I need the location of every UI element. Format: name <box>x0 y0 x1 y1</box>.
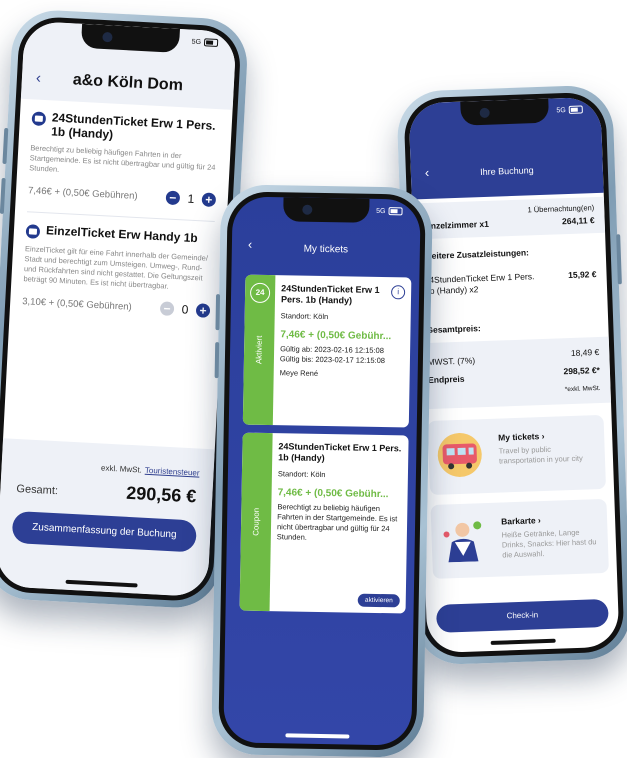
promo-text: Heiße Getränke, Lange Drinks, Snacks: Hi… <box>501 527 597 560</box>
ticket-name: 24StundenTicket Erw 1 Pers. 1b (Handy) <box>278 441 402 464</box>
ticket-price: 7,46€ + (0,50€ Gebühr... <box>280 329 392 343</box>
mwst-label: MWST. (7%) <box>427 355 476 368</box>
status-bar: 5G <box>556 105 583 114</box>
status-label: Aktiviert <box>254 335 264 365</box>
battery-icon <box>203 38 219 47</box>
ticket-description: Berechtigt zu beliebig häufigen Fahrten … <box>276 502 398 542</box>
bezel: 5G ‹ My tickets 24 Aktiviert i 24Stunden… <box>218 191 426 751</box>
total-heading: Gesamtpreis: <box>426 323 481 336</box>
booking-screen: 5G ‹ a&o Köln Dom 24StundenTicket Erw 1 … <box>0 20 237 598</box>
ticket-owner: Meye René <box>279 368 319 378</box>
room-price: 264,11 € <box>561 215 595 227</box>
room-label: Einzelzimmer x1 <box>422 218 490 232</box>
minus-button[interactable]: − <box>159 301 175 317</box>
battery-icon <box>568 105 583 114</box>
endpreis-label: Endpreis <box>427 373 465 385</box>
checkin-button[interactable]: Check-in <box>435 598 609 633</box>
side-button <box>215 294 221 331</box>
tax-note: exkl. MwSt. Touristensteuer <box>100 463 200 478</box>
endpreis-value: 298,52 €* <box>563 365 601 377</box>
ticket-card-activated[interactable]: 24 Aktiviert i 24StundenTicket Erw 1 Per… <box>242 274 412 428</box>
page-title: My tickets <box>303 243 349 256</box>
extras-heading: Weitere Zusatzleistungen: <box>423 247 530 262</box>
bezel: 5G ‹ a&o Köln Dom 24StundenTicket Erw 1 … <box>0 15 242 603</box>
ticket-name: 24StundenTicket Erw 1 Pers. 1b (Handy) <box>50 110 216 142</box>
side-button <box>0 177 6 214</box>
plus-button[interactable]: + <box>195 303 211 318</box>
extra-item: 24StundenTicket Erw 1 Pers. 1b (Handy) x… <box>424 271 535 297</box>
page-title: Ihre Buchung <box>479 165 534 178</box>
ticket-item: 24StundenTicket Erw 1 Pers. 1b (Handy) B… <box>15 109 232 223</box>
home-indicator <box>285 733 350 739</box>
divider <box>26 211 215 223</box>
endpreis-note: *exkl. MwSt. <box>564 384 601 394</box>
status-bar: 5G <box>192 38 219 47</box>
booking-summary-button[interactable]: Zusammenfassung der Buchung <box>11 510 198 553</box>
room-nights: 1 Übernachtung(en) <box>527 203 595 215</box>
valid-to: Gültig bis: 2023-02-17 12:15:08 <box>279 354 386 366</box>
ticket-name: EinzelTicket Erw Handy 1b <box>45 223 199 246</box>
waiter-icon <box>443 521 482 563</box>
notch <box>80 23 180 53</box>
promo-barkarte[interactable]: Barkarte › Heiße Getränke, Lange Drinks,… <box>430 498 609 579</box>
notch <box>460 98 550 126</box>
tram-icon <box>437 432 482 477</box>
tourist-tax-link[interactable]: Touristensteuer <box>145 466 200 478</box>
promo-title: Barkarte › <box>500 515 541 527</box>
summary-footer: exkl. MwSt. Touristensteuer Gesamt: 290,5… <box>0 438 215 598</box>
status-strip: Coupon <box>239 432 273 612</box>
ticket-item: EinzelTicket Erw Handy 1b EinzelTicket g… <box>10 222 226 319</box>
side-button <box>214 342 220 379</box>
status-strip: 24 Aktiviert <box>242 274 276 426</box>
side-button <box>616 234 622 285</box>
ticket-description: Berechtigt zu beliebig häufigen Fahrten … <box>29 143 216 174</box>
mwst-value: 18,49 € <box>570 347 600 358</box>
minus-button[interactable]: − <box>165 190 181 206</box>
phone-my-tickets: 5G ‹ My tickets 24 Aktiviert i 24Stunden… <box>211 184 433 758</box>
ticket-card-coupon[interactable]: Coupon 24StundenTicket Erw 1 Pers. 1b (H… <box>239 432 409 614</box>
ticket-description: EinzelTicket gilt für eine Fahrt innerha… <box>23 244 209 291</box>
ticket-name: 24StundenTicket Erw 1 Pers. 1b (Handy) <box>280 283 380 306</box>
ticket-location: Standort: Köln <box>277 469 326 480</box>
activate-button[interactable]: aktivieren <box>357 593 400 608</box>
phone-booking: 5G ‹ a&o Köln Dom 24StundenTicket Erw 1 … <box>0 8 250 610</box>
ticket-icon <box>31 111 47 127</box>
total-value: 290,56 € <box>125 482 197 507</box>
quantity-value: 1 <box>187 191 195 206</box>
bezel: 5G ‹ Ihre Buchung Einzelzimmer x1 1 Über… <box>403 91 625 659</box>
ticket-price: 7,46€ + (0,50€ Gebühr... <box>277 487 389 501</box>
status-label: Coupon <box>251 507 261 536</box>
total-block: MWST. (7%) 18,49 € Endpreis 298,52 €* *e… <box>416 336 612 410</box>
extra-price: 15,92 € <box>567 269 597 281</box>
side-button <box>2 127 9 165</box>
notch <box>283 197 370 223</box>
status-bar: 5G <box>376 207 403 216</box>
quantity-value: 0 <box>181 302 189 317</box>
room-row: Einzelzimmer x1 1 Übernachtung(en) 264,1… <box>411 196 606 240</box>
header: 5G ‹ Ihre Buchung <box>408 96 604 200</box>
page-title: a&o Köln Dom <box>72 71 184 95</box>
ticket-price: 3,10€ + (0,50€ Gebühren) <box>21 295 133 313</box>
plus-button[interactable]: + <box>201 192 217 208</box>
total-label: Gesamt: <box>16 483 59 498</box>
ihre-buchung-screen: 5G ‹ Ihre Buchung Einzelzimmer x1 1 Über… <box>408 96 620 654</box>
promo-text: Travel by public transportation in your … <box>498 444 583 466</box>
ticket-icon <box>25 224 41 239</box>
home-indicator <box>65 579 138 588</box>
home-indicator <box>490 638 557 645</box>
phone-ihre-buchung: 5G ‹ Ihre Buchung Einzelzimmer x1 1 Über… <box>396 84 627 666</box>
ticket-price: 7,46€ + (0,50€ Gebühren) <box>27 184 138 202</box>
ticket-location: Standort: Köln <box>280 311 329 322</box>
battery-icon <box>388 207 403 216</box>
24h-badge-icon: 24 <box>249 282 271 304</box>
promo-title: My tickets › <box>498 430 545 443</box>
extra-row: 24StundenTicket Erw 1 Pers. 1b (Handy) x… <box>414 269 607 306</box>
promo-my-tickets[interactable]: My tickets › Travel by public transporta… <box>427 414 607 495</box>
my-tickets-screen: 5G ‹ My tickets 24 Aktiviert i 24Stunden… <box>223 196 421 746</box>
